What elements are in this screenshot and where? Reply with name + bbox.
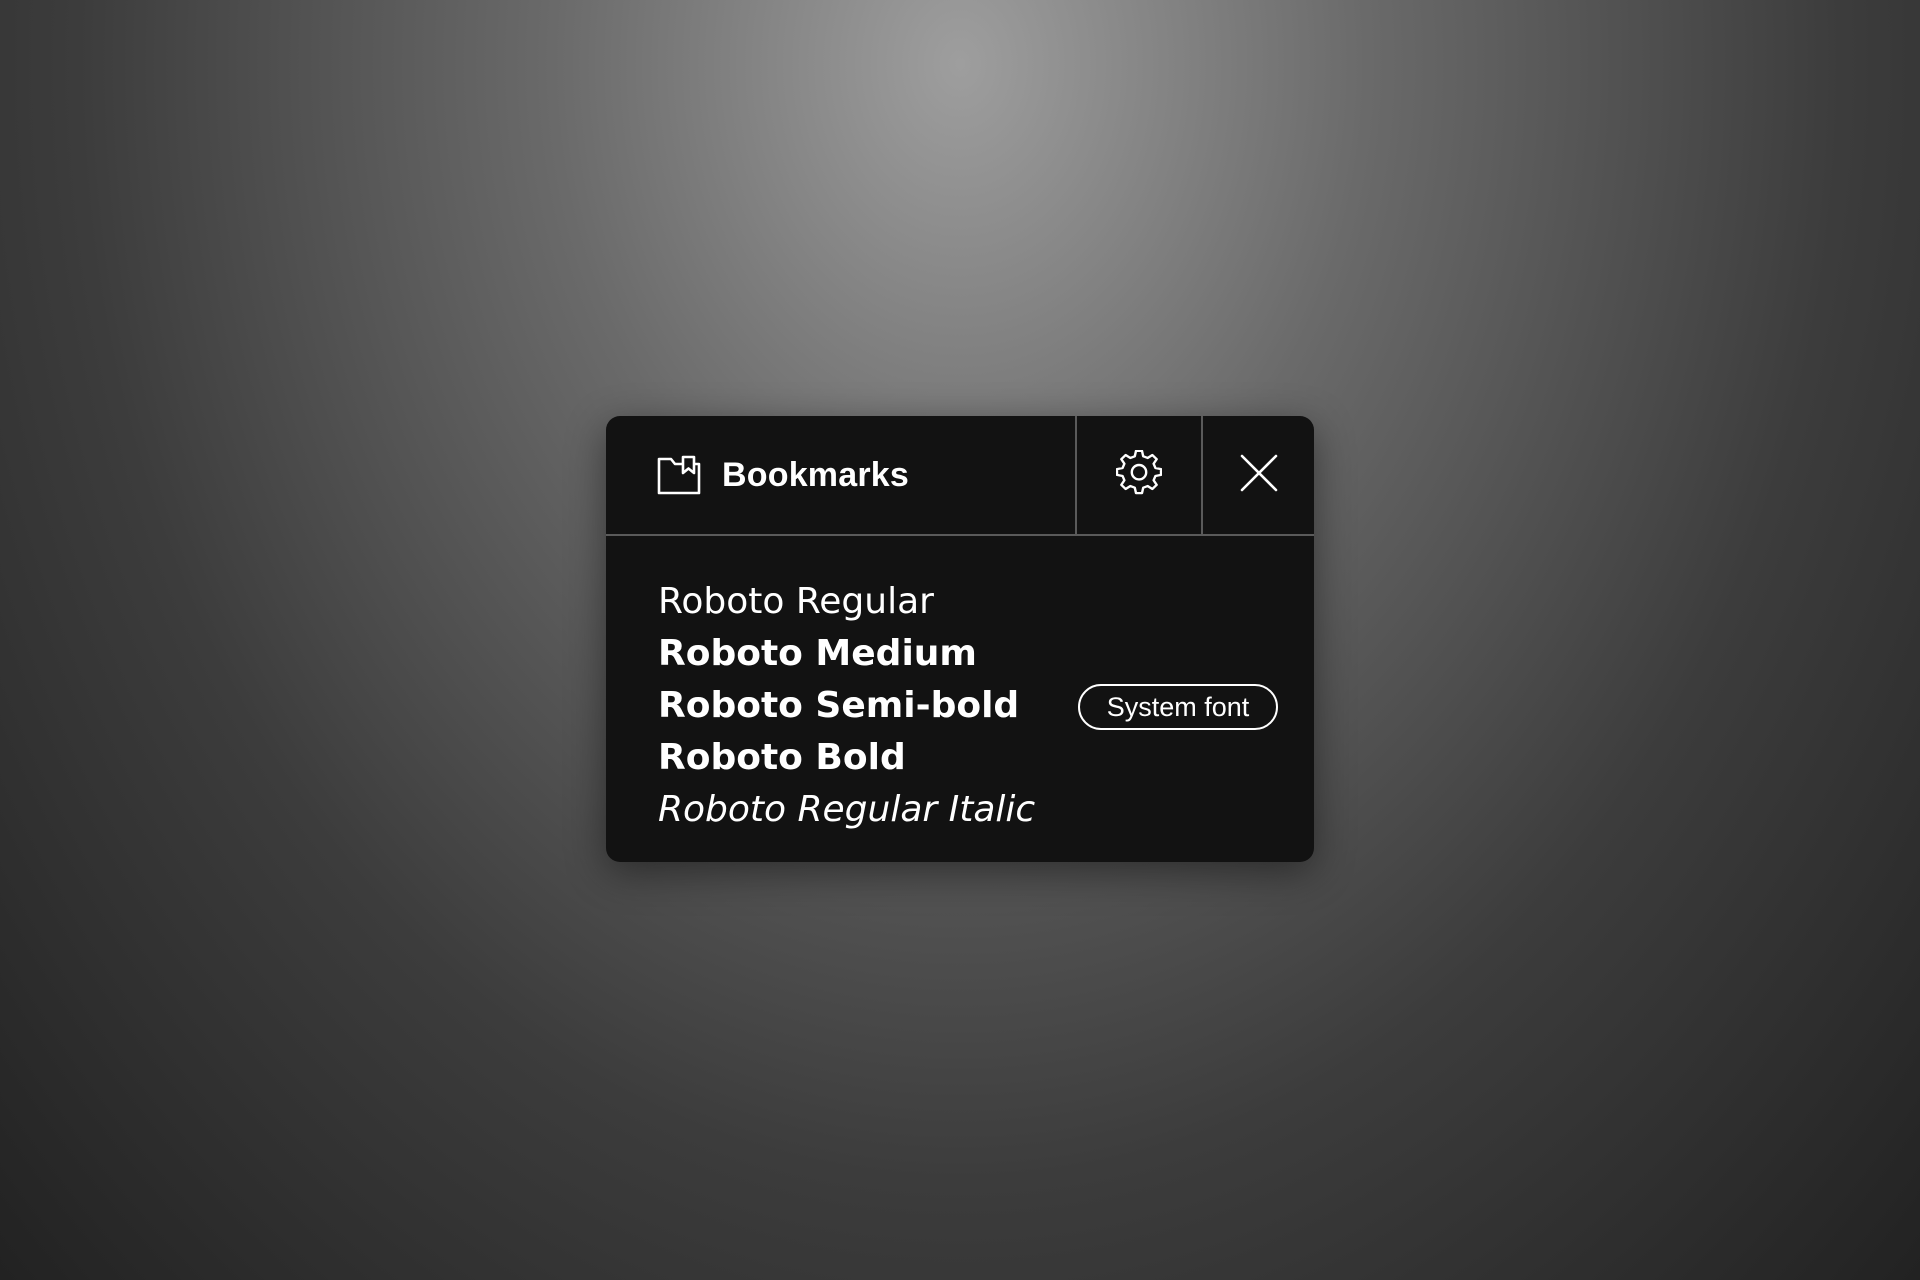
bookmarks-panel: Bookmarks Roboto Regular Roboto Medium R…: [606, 416, 1314, 862]
close-icon: [1239, 453, 1279, 498]
font-item-regular: Roboto Regular: [658, 581, 934, 622]
font-item-bold: Roboto Bold: [658, 737, 906, 778]
panel-title-area: Bookmarks: [606, 416, 1075, 534]
font-item-regular-italic: Roboto Regular Italic: [658, 789, 1036, 830]
panel-header: Bookmarks: [606, 416, 1314, 536]
settings-button[interactable]: [1075, 416, 1201, 534]
bookmark-folder-icon: [656, 454, 702, 496]
font-list: Roboto Regular Roboto Medium Roboto Semi…: [658, 576, 1035, 836]
gear-icon: [1115, 449, 1163, 501]
system-font-badge: System font: [1078, 684, 1278, 730]
font-item-medium: Roboto Medium: [658, 633, 977, 674]
close-button[interactable]: [1201, 416, 1314, 534]
panel-title: Bookmarks: [722, 455, 909, 494]
font-item-semi-bold: Roboto Semi-bold: [658, 685, 1020, 726]
